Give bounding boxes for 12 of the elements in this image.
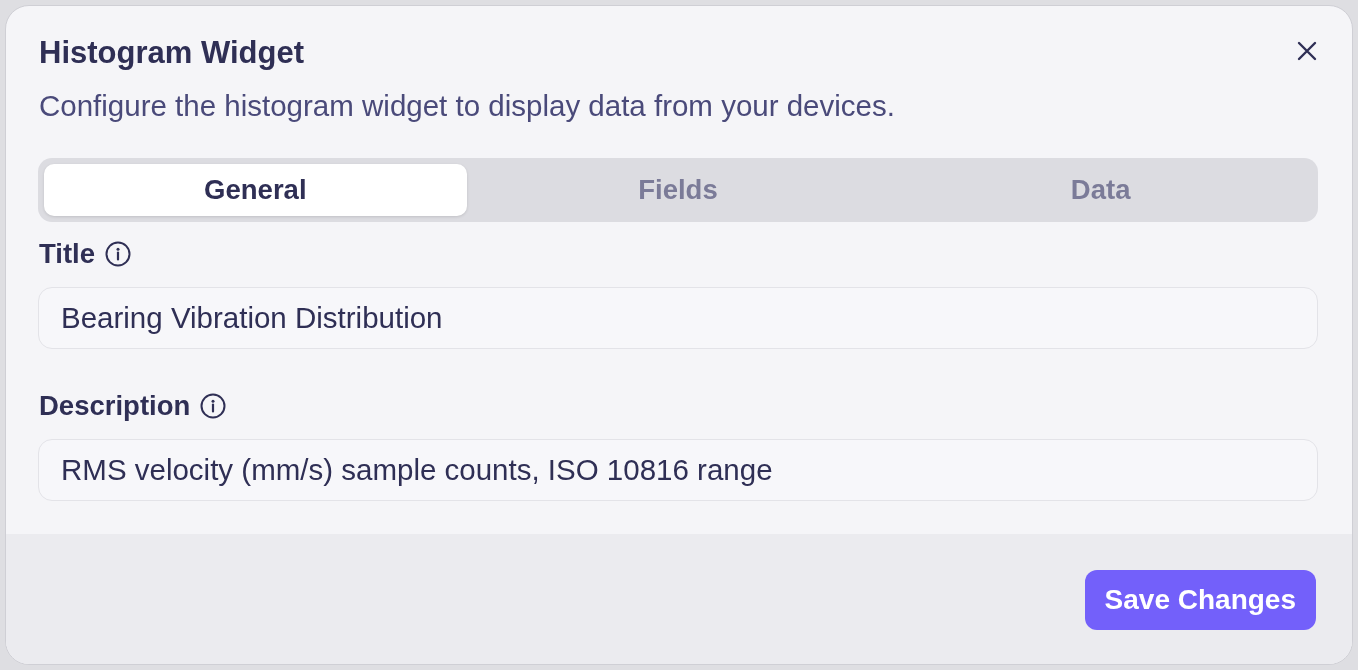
field-label: Title (39, 238, 96, 270)
tab[interactable]: General (44, 164, 467, 216)
dialog-title: Histogram Widget (39, 36, 304, 70)
info-icon[interactable] (105, 241, 132, 267)
field-label: Description (39, 390, 191, 422)
text-field[interactable]: Bearing Vibration Distribution (38, 287, 1318, 349)
close-icon (1297, 41, 1317, 61)
info-icon[interactable] (200, 393, 227, 419)
text-field[interactable]: RMS velocity (mm/s) sample counts, ISO 10816 range (38, 439, 1318, 501)
save-button[interactable]: Save Changes (1084, 570, 1316, 630)
close-button[interactable] (1297, 41, 1317, 61)
dialog-subtitle: Configure the histogram widget to display data from your devices. (39, 90, 896, 122)
